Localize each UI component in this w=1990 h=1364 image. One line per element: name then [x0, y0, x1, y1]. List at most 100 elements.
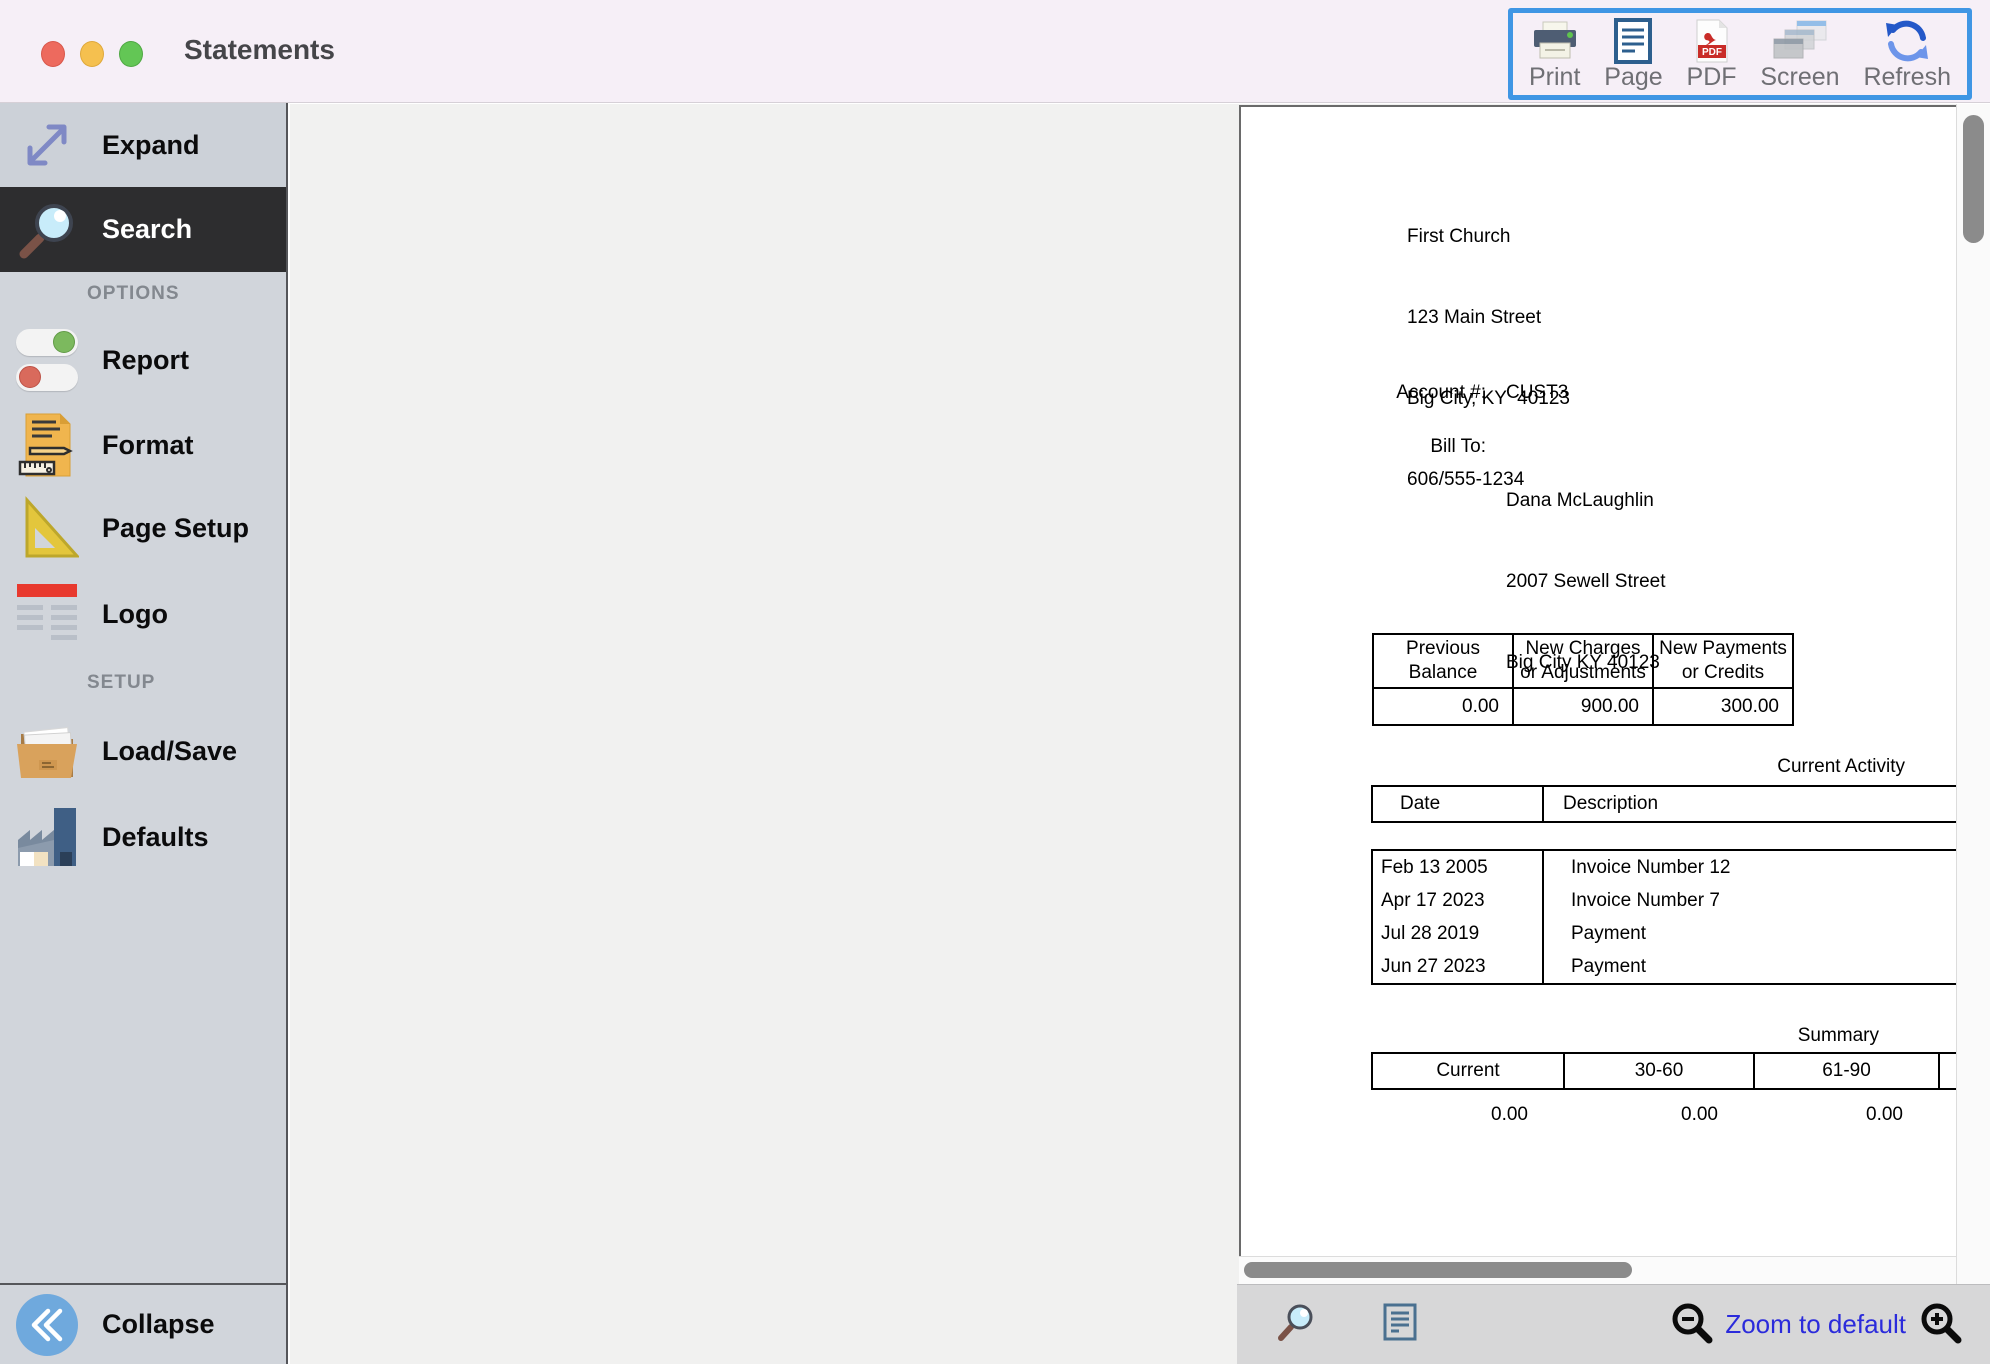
statement-page: First Church 123 Main Street Big City, K…	[1239, 105, 1956, 1256]
minimize-window-button[interactable]	[80, 41, 104, 67]
previous-balance-value: 0.00	[1373, 688, 1513, 725]
sidebar-item-expand[interactable]: Expand	[0, 103, 286, 187]
sidebar-item-label: Report	[102, 345, 189, 376]
letterhead-icon	[14, 584, 80, 645]
summary-header-30-60: 30-60	[1565, 1054, 1755, 1088]
zoom-to-default-link[interactable]: Zoom to default	[1725, 1309, 1906, 1340]
summary-61-90-value: 0.00	[1753, 1104, 1938, 1126]
folder-icon	[14, 720, 80, 782]
account-number-row: Account #: CUST3	[1241, 379, 1568, 406]
table-row: Feb 13 2005 Invoice Number 12	[1373, 851, 1956, 884]
refresh-button[interactable]: Refresh	[1863, 18, 1951, 92]
screen-button[interactable]: Screen	[1760, 18, 1839, 92]
page-label: Page	[1604, 64, 1662, 92]
sidebar-item-logo[interactable]: Logo	[0, 570, 286, 658]
sidebar-item-report[interactable]: Report	[0, 316, 286, 404]
summary-header-current: Current	[1373, 1054, 1565, 1088]
table-row: Jul 28 2019 Payment	[1373, 917, 1956, 950]
collapse-chevrons-icon	[14, 1293, 80, 1357]
pdf-button[interactable]: PDF PDF	[1687, 18, 1737, 92]
sidebar-item-search[interactable]: Search	[0, 187, 286, 272]
refresh-label: Refresh	[1863, 64, 1951, 92]
sidebar-item-label: Logo	[102, 599, 168, 630]
vertical-scrollbar-thumb[interactable]	[1963, 115, 1984, 243]
printer-icon	[1532, 18, 1578, 64]
report-view-icon[interactable]	[1383, 1303, 1417, 1346]
preview-bottom-toolbar: Zoom to default	[1237, 1284, 1990, 1364]
summary-header-row: Current 30-60 61-90	[1371, 1052, 1956, 1090]
title-bar: Statements Print	[0, 0, 1990, 103]
page-button[interactable]: Page	[1604, 18, 1662, 92]
sidebar-item-collapse[interactable]: Collapse	[0, 1283, 286, 1364]
summary-values-row: 0.00 0.00 0.00	[1371, 1104, 1956, 1126]
horizontal-scrollbar[interactable]	[1239, 1256, 1956, 1284]
triangle-ruler-icon	[14, 496, 80, 560]
bill-to-street: 2007 Sewell Street	[1506, 568, 1666, 595]
refresh-icon	[1882, 18, 1932, 64]
balance-header-previous: PreviousBalance	[1373, 634, 1513, 688]
activity-description: Invoice Number 7	[1544, 890, 1720, 912]
account-number-value: CUST3	[1506, 379, 1568, 406]
page-icon	[1614, 18, 1652, 64]
sidebar-item-defaults[interactable]: Defaults	[0, 794, 286, 880]
sidebar-section-options: OPTIONS	[0, 272, 286, 316]
new-charges-value: 900.00	[1513, 688, 1653, 725]
sidebar-item-label: Defaults	[102, 822, 209, 853]
expand-icon	[14, 114, 80, 176]
export-toolbar: Print Page	[1508, 8, 1972, 100]
activity-date: Apr 17 2023	[1373, 884, 1544, 917]
table-row: Jun 27 2023 Payment	[1373, 950, 1956, 983]
sidebar-item-label: Load/Save	[102, 736, 237, 767]
vertical-scrollbar[interactable]	[1956, 104, 1990, 1284]
zoom-window-button[interactable]	[119, 41, 143, 67]
traffic-lights	[41, 41, 143, 67]
activity-date: Jun 27 2023	[1373, 950, 1544, 983]
window-title: Statements	[184, 34, 335, 66]
print-button[interactable]: Print	[1529, 18, 1580, 92]
pdf-icon: PDF	[1693, 18, 1731, 64]
sidebar-item-label: Search	[102, 214, 192, 245]
zoom-out-button[interactable]	[1669, 1300, 1713, 1349]
print-label: Print	[1529, 64, 1580, 92]
sidebar-item-load-save[interactable]: Load/Save	[0, 708, 286, 794]
zoom-in-button[interactable]	[1918, 1300, 1962, 1349]
horizontal-scrollbar-thumb[interactable]	[1244, 1262, 1632, 1278]
activity-date: Feb 13 2005	[1373, 851, 1544, 884]
bill-to-name: Dana McLaughlin	[1506, 487, 1666, 514]
format-document-icon	[14, 412, 80, 478]
summary-current-value: 0.00	[1371, 1104, 1563, 1126]
activity-date-header: Date	[1373, 787, 1544, 821]
current-activity-title: Current Activity	[1605, 756, 1905, 778]
summary-30-60-value: 0.00	[1563, 1104, 1753, 1126]
church-street: 123 Main Street	[1407, 304, 1570, 331]
screen-icon	[1772, 18, 1828, 64]
sidebar-item-page-setup[interactable]: Page Setup	[0, 486, 286, 570]
new-payments-value: 300.00	[1653, 688, 1793, 725]
factory-icon	[14, 806, 80, 868]
screen-label: Screen	[1760, 64, 1839, 92]
search-icon	[14, 197, 80, 263]
sidebar-item-format[interactable]: Format	[0, 404, 286, 486]
balance-header-payments: New Paymentsor Credits	[1653, 634, 1793, 688]
pdf-label: PDF	[1687, 64, 1737, 92]
activity-table: Feb 13 2005 Invoice Number 12 Apr 17 202…	[1371, 849, 1956, 985]
magnifier-tool-button[interactable]	[1275, 1301, 1317, 1348]
sidebar-item-label: Expand	[102, 130, 200, 161]
activity-description: Payment	[1544, 956, 1646, 978]
activity-date: Jul 28 2019	[1373, 917, 1544, 950]
summary-title: Summary	[1579, 1025, 1879, 1047]
account-number-label: Account #:	[1241, 379, 1486, 406]
activity-header-row: Date Description	[1371, 785, 1956, 823]
balance-table: PreviousBalance New Chargesor Adjustment…	[1372, 633, 1794, 726]
activity-description: Invoice Number 12	[1544, 857, 1730, 879]
table-row: Apr 17 2023 Invoice Number 7	[1373, 884, 1956, 917]
sidebar-section-setup: SETUP	[0, 658, 286, 708]
balance-header-charges: New Chargesor Adjustments	[1513, 634, 1653, 688]
activity-description-header: Description	[1544, 787, 1956, 821]
church-name: First Church	[1407, 223, 1570, 250]
svg-text:PDF: PDF	[1702, 47, 1722, 58]
close-window-button[interactable]	[41, 41, 65, 67]
summary-header-cutoff	[1940, 1054, 1956, 1088]
sidebar-item-label: Page Setup	[102, 513, 249, 544]
toggles-icon	[14, 329, 80, 391]
